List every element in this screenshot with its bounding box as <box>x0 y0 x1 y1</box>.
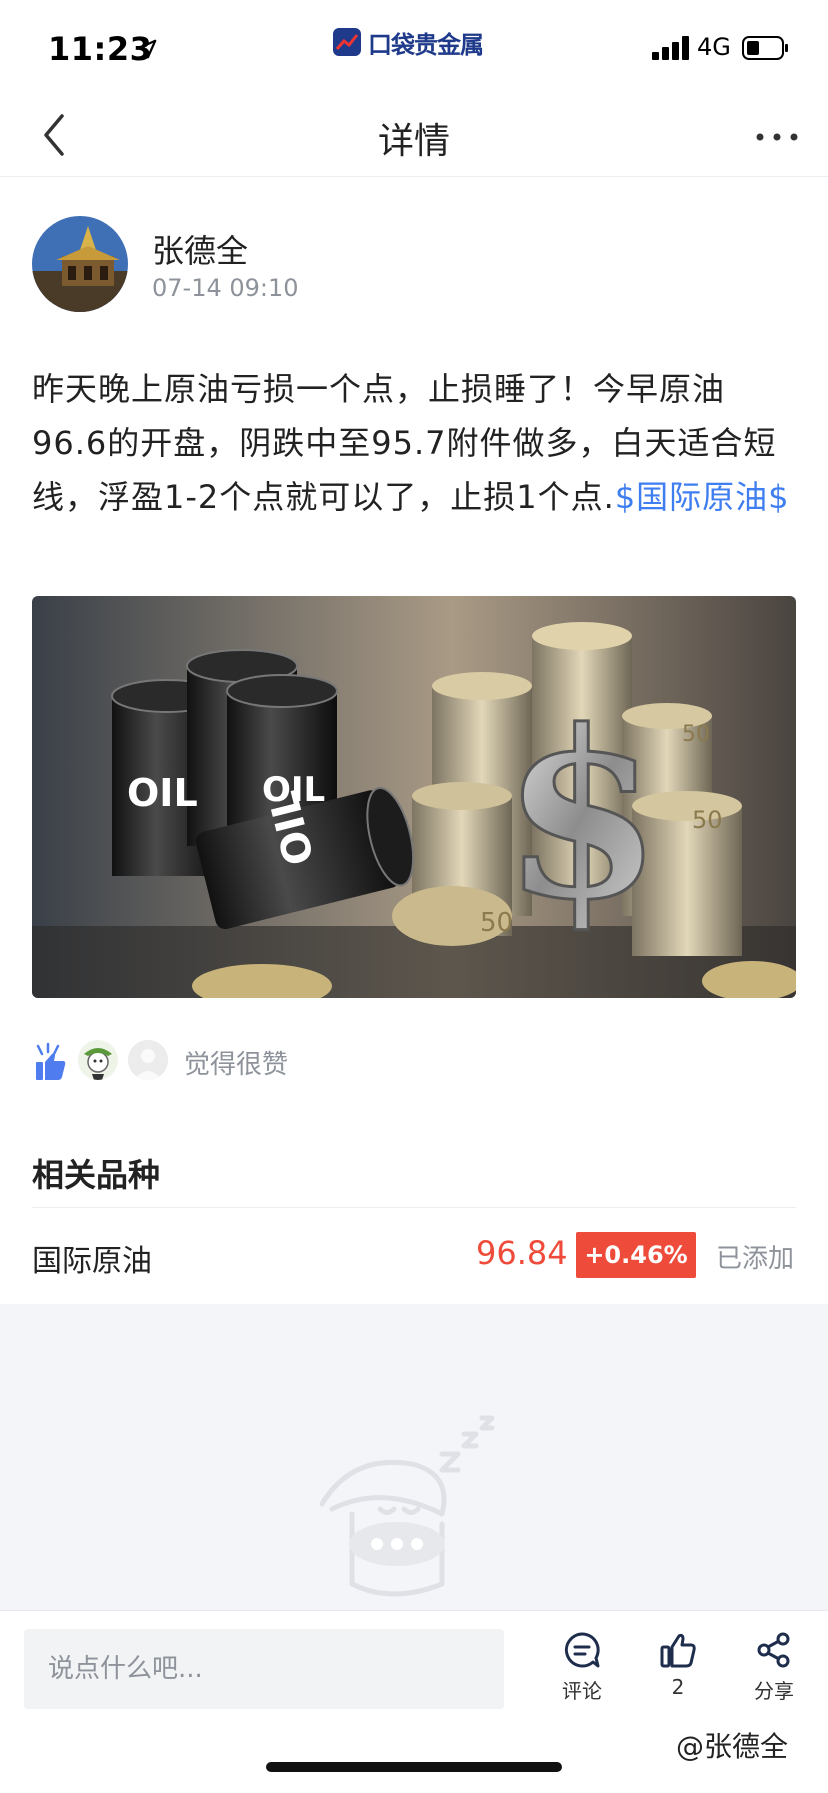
comment-label: 评论 <box>562 1679 602 1703</box>
author-avatar[interactable] <box>32 216 128 312</box>
signal-icon <box>652 36 689 60</box>
like-button[interactable]: 2 <box>638 1631 718 1699</box>
brand: 口袋贵金属 <box>332 24 484 60</box>
thumbs-up-icon <box>660 1633 696 1668</box>
battery-icon <box>742 36 788 60</box>
dollar-sign: $ <box>502 681 662 951</box>
like-count: 2 <box>671 1675 685 1699</box>
page-title: 详情 <box>377 121 450 162</box>
post-image[interactable]: 50 50 50 $ OIL OIL OIL <box>32 596 796 998</box>
sleeping-mascot-icon <box>319 1415 495 1597</box>
comment-icon <box>564 1632 600 1668</box>
post-body: 昨天晚上原油亏损一个点，止损睡了！今早原油96.6的开盘，阴跌中至95.7附件做… <box>32 362 796 524</box>
brand-logo-icon <box>333 28 361 56</box>
liker-avatar[interactable] <box>78 1040 118 1080</box>
share-button[interactable]: 分享 <box>734 1631 814 1704</box>
likes-row[interactable]: 觉得很赞 <box>32 1038 432 1084</box>
watermark: @张德全 <box>676 1730 789 1763</box>
home-indicator <box>266 1762 562 1772</box>
share-icon <box>757 1632 790 1668</box>
thumbs-up-icon <box>36 1042 66 1080</box>
liker-avatar[interactable] <box>128 1040 168 1080</box>
author-name[interactable]: 张德全 <box>152 226 248 272</box>
tag-link[interactable]: $国际原油$ <box>615 478 790 516</box>
related-instrument-row[interactable]: 国际原油 96.84 +0.46% 已添加 <box>0 1208 828 1304</box>
instrument-name[interactable]: 国际原油 <box>32 1236 152 1280</box>
empty-comments-area <box>0 1304 828 1610</box>
share-label: 分享 <box>754 1679 794 1703</box>
coin-label-2: 50 <box>692 806 723 834</box>
brand-name: 口袋贵金属 <box>368 30 484 59</box>
status-bar: 11:23 口袋贵金属 4G <box>0 0 828 96</box>
post-timestamp: 07-14 09:10 <box>152 274 299 302</box>
coin-label-3: 50 <box>682 722 710 747</box>
added-status[interactable]: 已添加 <box>716 1238 794 1275</box>
comment-input[interactable] <box>24 1629 504 1709</box>
oil-barrels-coins-image: 50 50 50 $ OIL OIL OIL <box>32 596 796 998</box>
related-section-title: 相关品种 <box>32 1156 161 1194</box>
network-type: 4G <box>697 33 731 61</box>
comment-button[interactable]: 评论 <box>542 1631 622 1704</box>
barrel-label-1: OIL <box>127 771 198 815</box>
instrument-price: 96.84 <box>476 1234 568 1272</box>
more-dots-icon[interactable] <box>752 122 802 152</box>
change-badge: +0.46% <box>576 1232 696 1278</box>
likes-text: 觉得很赞 <box>184 1050 289 1080</box>
avatar-image <box>32 216 128 312</box>
nav-bar: 详情 <box>0 96 828 177</box>
default-avatar-icon <box>128 1040 168 1080</box>
location-arrow-icon <box>137 39 157 59</box>
liker-avatar-image <box>84 1048 112 1080</box>
